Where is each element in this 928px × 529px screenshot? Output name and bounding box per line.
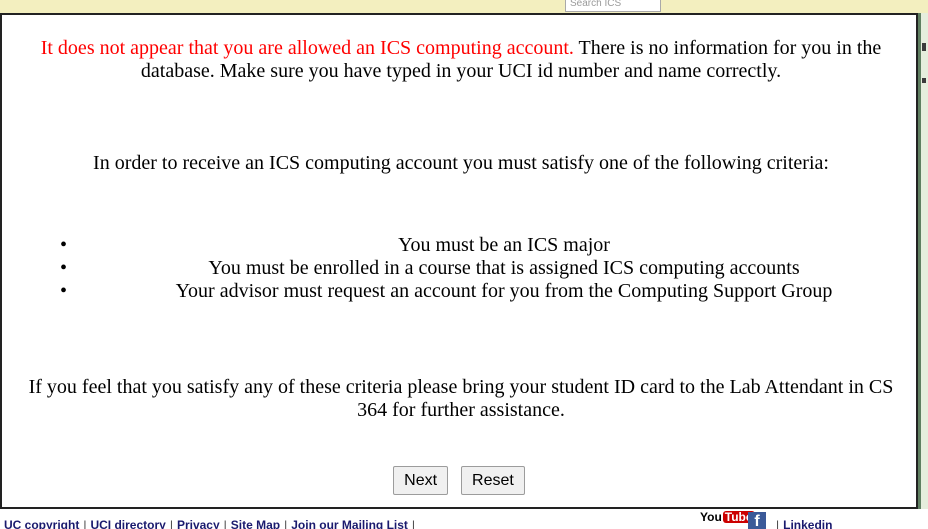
right-sidebar-edge xyxy=(918,13,928,509)
reset-button[interactable]: Reset xyxy=(461,466,525,495)
footer-links: UC copyright | UCI directory | Privacy | Site … xyxy=(4,513,419,529)
footer-link-sitemap[interactable]: Site Map xyxy=(231,518,280,529)
error-paragraph: It does not appear that you are allowed … xyxy=(12,37,910,83)
top-banner: Search ICS xyxy=(0,0,928,13)
search-input[interactable]: Search ICS xyxy=(565,0,661,12)
sidebar-text-fragment xyxy=(922,78,926,83)
next-button[interactable]: Next xyxy=(393,466,449,495)
list-item: Your advisor must request an account for… xyxy=(2,280,916,303)
criteria-list: You must be an ICS major You must be enr… xyxy=(2,234,916,303)
footer-link-mailing-list[interactable]: Join our Mailing List xyxy=(291,518,408,529)
help-text: If you feel that you satisfy any of thes… xyxy=(28,376,894,421)
form-actions: Next Reset xyxy=(2,466,916,495)
footer-link-copyright[interactable]: UC copyright xyxy=(4,518,79,529)
error-message: It does not appear that you are allowed … xyxy=(40,37,574,59)
footer-link-directory[interactable]: UCI directory xyxy=(90,518,165,529)
footer-link-privacy[interactable]: Privacy xyxy=(177,518,220,529)
sidebar-border xyxy=(918,13,921,509)
list-item: You must be an ICS major xyxy=(2,234,916,257)
site-footer: UC copyright | UCI directory | Privacy | Site … xyxy=(0,509,928,529)
facebook-icon[interactable]: f xyxy=(748,512,766,529)
footer-link-linkedin[interactable]: | Linkedin xyxy=(772,513,832,529)
sidebar-text-fragment xyxy=(922,43,926,51)
requirement-intro: In order to receive an ICS computing acc… xyxy=(93,152,829,174)
youtube-icon[interactable]: You Tube xyxy=(700,511,755,523)
list-item: You must be enrolled in a course that is… xyxy=(2,257,916,280)
account-message-panel: It does not appear that you are allowed … xyxy=(0,13,918,509)
